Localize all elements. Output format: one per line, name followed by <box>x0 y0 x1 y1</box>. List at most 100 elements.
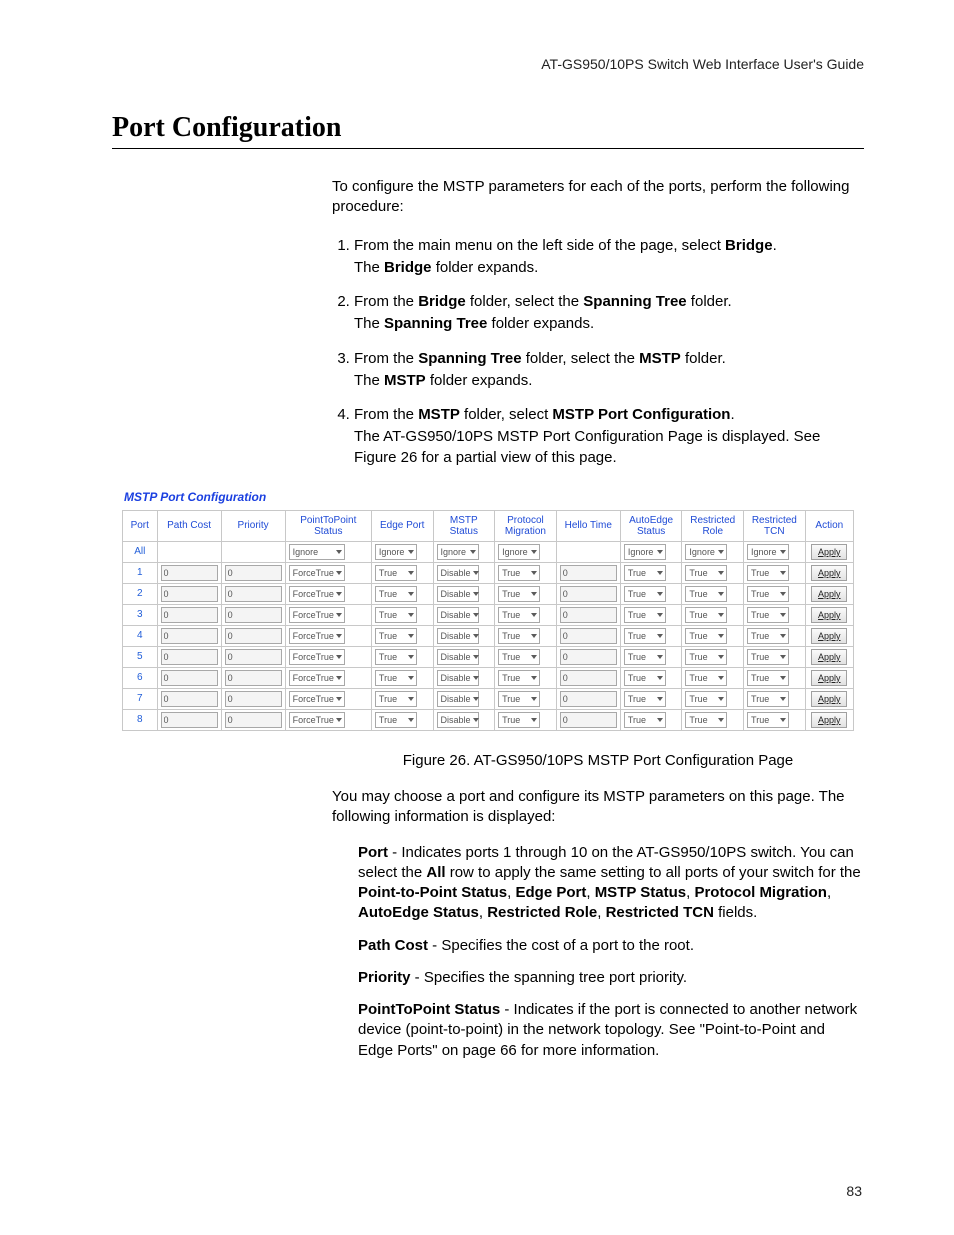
dropdown[interactable]: ForceTrue <box>289 649 345 665</box>
dropdown[interactable]: True <box>375 586 417 602</box>
dropdown[interactable]: True <box>747 565 789 581</box>
apply-button[interactable]: Apply <box>811 565 847 581</box>
dropdown[interactable]: ForceTrue <box>289 670 345 686</box>
dropdown[interactable]: Ignore <box>498 544 540 560</box>
apply-button[interactable]: Apply <box>811 607 847 623</box>
text-input[interactable] <box>161 565 218 581</box>
text-input[interactable] <box>225 607 282 623</box>
dropdown[interactable]: True <box>624 712 666 728</box>
dropdown[interactable]: True <box>624 670 666 686</box>
text-input[interactable] <box>560 565 617 581</box>
dropdown[interactable]: Ignore <box>624 544 666 560</box>
dropdown[interactable]: True <box>375 628 417 644</box>
dropdown[interactable]: True <box>498 712 540 728</box>
apply-button[interactable]: Apply <box>811 544 847 560</box>
dropdown[interactable]: Ignore <box>685 544 727 560</box>
dropdown[interactable]: True <box>498 691 540 707</box>
dropdown[interactable]: ForceTrue <box>289 628 345 644</box>
apply-button[interactable]: Apply <box>811 628 847 644</box>
text-input[interactable] <box>560 712 617 728</box>
dropdown[interactable]: True <box>747 670 789 686</box>
text-input[interactable] <box>560 670 617 686</box>
dropdown[interactable]: Disable <box>437 565 479 581</box>
dropdown[interactable]: Disable <box>437 712 479 728</box>
apply-button[interactable]: Apply <box>811 649 847 665</box>
dropdown[interactable]: True <box>375 649 417 665</box>
dropdown[interactable]: True <box>685 628 727 644</box>
text-input[interactable] <box>225 565 282 581</box>
text-input[interactable] <box>161 628 218 644</box>
dropdown[interactable]: True <box>685 649 727 665</box>
table-row: 8 ForceTrue True Disable True True True … <box>122 709 854 731</box>
dropdown[interactable]: True <box>498 565 540 581</box>
dropdown[interactable]: True <box>498 607 540 623</box>
dropdown[interactable]: Disable <box>437 670 479 686</box>
dropdown[interactable]: Disable <box>437 691 479 707</box>
dropdown[interactable]: True <box>375 691 417 707</box>
dropdown[interactable]: ForceTrue <box>289 607 345 623</box>
dropdown[interactable]: True <box>624 586 666 602</box>
text-input[interactable] <box>560 649 617 665</box>
dropdown[interactable]: True <box>747 691 789 707</box>
chevron-down-icon <box>657 655 663 659</box>
dropdown[interactable]: True <box>624 691 666 707</box>
dropdown[interactable]: ForceTrue <box>289 691 345 707</box>
dropdown[interactable]: Disable <box>437 586 479 602</box>
text-input[interactable] <box>161 712 218 728</box>
dropdown[interactable]: True <box>624 607 666 623</box>
text-input[interactable] <box>560 691 617 707</box>
dropdown[interactable]: True <box>375 670 417 686</box>
text-input[interactable] <box>225 670 282 686</box>
dropdown[interactable]: True <box>624 649 666 665</box>
dropdown[interactable]: True <box>624 628 666 644</box>
dropdown[interactable]: True <box>375 565 417 581</box>
dropdown[interactable]: True <box>375 607 417 623</box>
text-input[interactable] <box>161 649 218 665</box>
text-input[interactable] <box>225 586 282 602</box>
dropdown[interactable]: True <box>498 628 540 644</box>
dropdown[interactable]: True <box>685 691 727 707</box>
dropdown[interactable]: Ignore <box>747 544 789 560</box>
dropdown[interactable]: Disable <box>437 607 479 623</box>
dropdown[interactable]: True <box>498 649 540 665</box>
text-input[interactable] <box>161 691 218 707</box>
apply-button[interactable]: Apply <box>811 670 847 686</box>
dropdown[interactable]: True <box>498 586 540 602</box>
text-input[interactable] <box>560 607 617 623</box>
dropdown[interactable]: True <box>747 649 789 665</box>
chevron-down-icon <box>657 592 663 596</box>
dropdown[interactable]: ForceTrue <box>289 586 345 602</box>
dropdown[interactable]: Disable <box>437 649 479 665</box>
dropdown[interactable]: Ignore <box>437 544 479 560</box>
text-input[interactable] <box>225 649 282 665</box>
dropdown[interactable]: True <box>685 670 727 686</box>
dropdown[interactable]: True <box>685 712 727 728</box>
dropdown[interactable]: True <box>747 712 789 728</box>
dropdown[interactable]: True <box>747 586 789 602</box>
dropdown[interactable]: True <box>498 670 540 686</box>
dropdown[interactable]: Disable <box>437 628 479 644</box>
dropdown[interactable]: True <box>747 607 789 623</box>
text-input[interactable] <box>161 586 218 602</box>
text-input[interactable] <box>225 691 282 707</box>
dropdown[interactable]: True <box>685 586 727 602</box>
dropdown[interactable]: True <box>624 565 666 581</box>
text-input[interactable] <box>161 670 218 686</box>
dropdown[interactable]: Ignore <box>375 544 417 560</box>
apply-button[interactable]: Apply <box>811 712 847 728</box>
dropdown[interactable]: ForceTrue <box>289 565 345 581</box>
dropdown[interactable]: True <box>747 628 789 644</box>
dropdown[interactable]: Ignore <box>289 544 345 560</box>
text-input[interactable] <box>560 628 617 644</box>
dropdown[interactable]: True <box>685 565 727 581</box>
step-text: From the main menu on the left side of t… <box>354 237 725 254</box>
apply-button[interactable]: Apply <box>811 691 847 707</box>
text-input[interactable] <box>225 628 282 644</box>
dropdown[interactable]: True <box>685 607 727 623</box>
text-input[interactable] <box>560 586 617 602</box>
text-input[interactable] <box>161 607 218 623</box>
apply-button[interactable]: Apply <box>811 586 847 602</box>
text-input[interactable] <box>225 712 282 728</box>
dropdown[interactable]: True <box>375 712 417 728</box>
dropdown[interactable]: ForceTrue <box>289 712 345 728</box>
